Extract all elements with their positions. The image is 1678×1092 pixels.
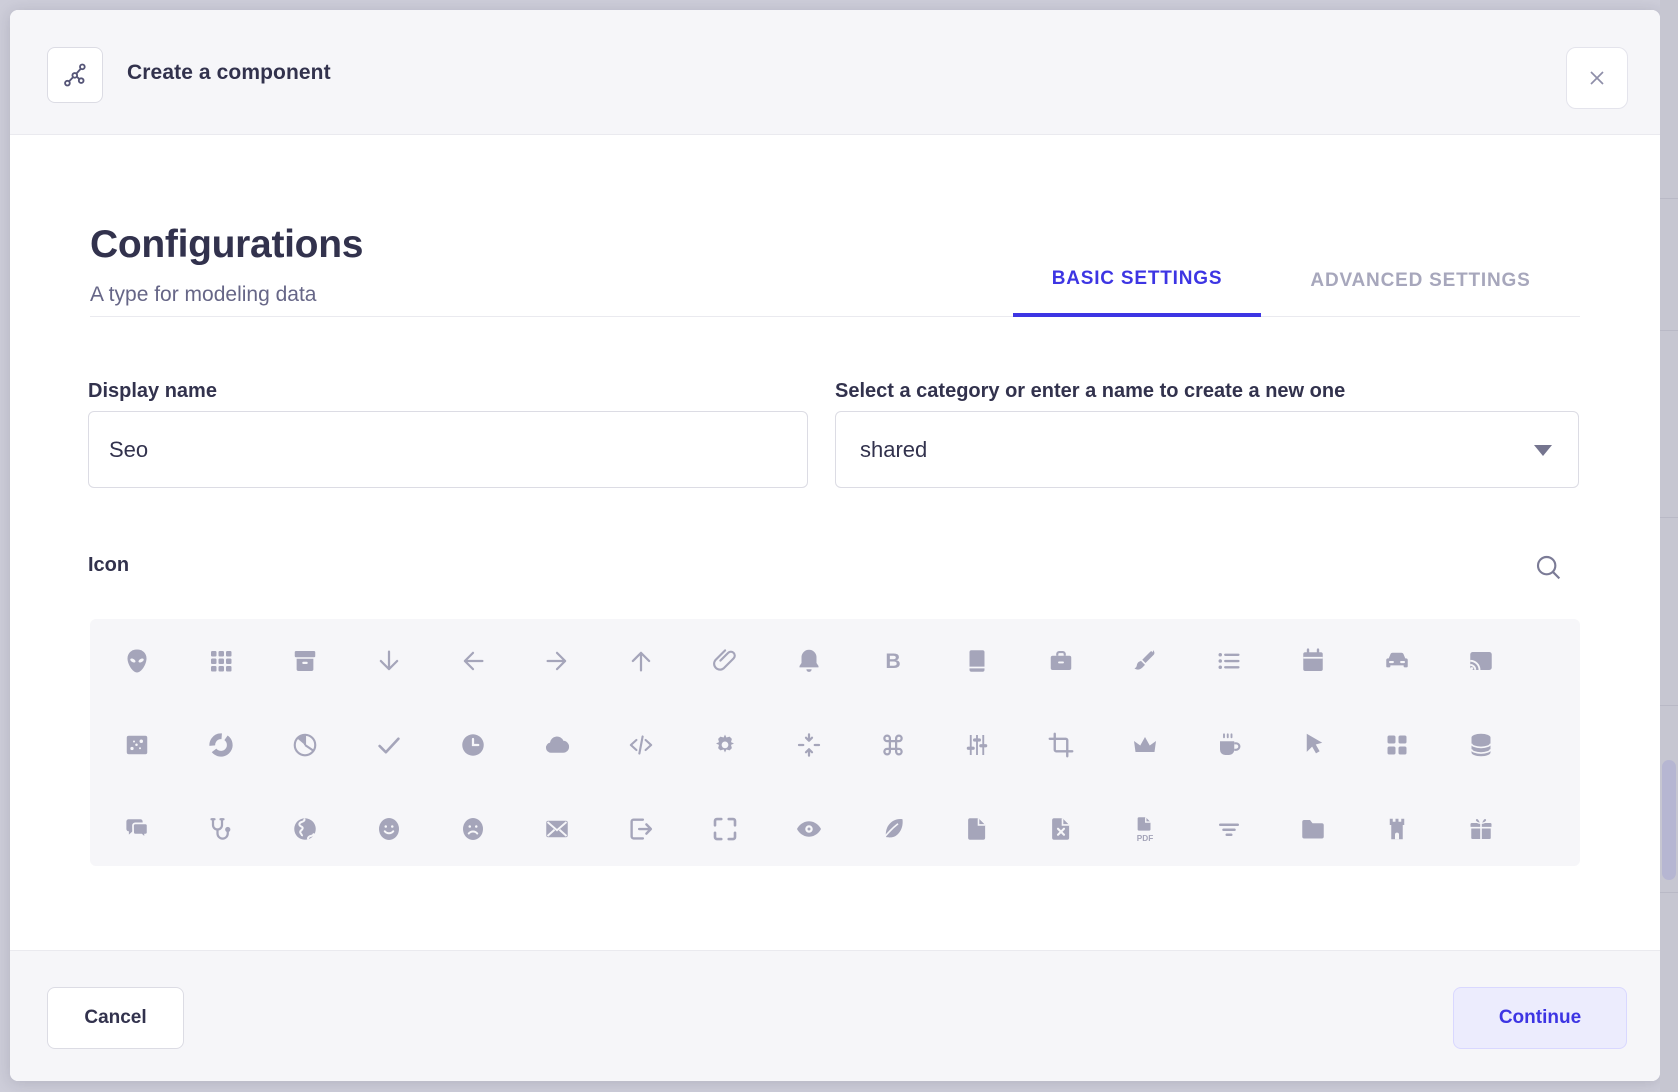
alien-icon[interactable] [107,631,167,691]
bell-icon[interactable] [779,631,839,691]
section-title: Configurations [90,223,363,267]
brush-icon[interactable] [1115,631,1175,691]
display-name-input[interactable] [88,411,808,488]
sliders-icon[interactable] [947,715,1007,775]
scrollbar-thumb[interactable] [1662,760,1676,880]
book-icon[interactable] [947,631,1007,691]
crop-icon[interactable] [1031,715,1091,775]
arrow-right-icon[interactable] [527,631,587,691]
feather-icon[interactable] [863,799,923,859]
car-icon[interactable] [1367,631,1427,691]
icon-field-label: Icon [88,554,129,577]
eye-icon[interactable] [779,799,839,859]
collapse-icon[interactable] [779,715,839,775]
chart-circle-icon[interactable] [191,715,251,775]
icon-search-button[interactable] [1529,548,1567,586]
discuss-icon[interactable] [107,799,167,859]
category-selected-value: shared [860,437,927,463]
archive-icon[interactable] [275,631,335,691]
gate-icon[interactable] [1367,799,1427,859]
component-icon [47,47,103,103]
check-icon[interactable] [359,715,419,775]
dashboard-icon[interactable] [1367,715,1427,775]
filter-icon[interactable] [1199,799,1259,859]
calendar-icon[interactable] [1283,631,1343,691]
chevron-down-icon [1534,445,1552,456]
file-error-icon[interactable] [1031,799,1091,859]
scrollbar-line [1660,517,1678,518]
bold-icon[interactable]: B [863,631,923,691]
scrollbar-line [1660,705,1678,706]
scrollbar-line [1660,892,1678,893]
section-subtitle: A type for modeling data [90,283,316,307]
emotion-unhappy-icon[interactable] [443,799,503,859]
expand-icon[interactable] [695,799,755,859]
tab-basic-settings[interactable]: BASIC SETTINGS [1013,245,1261,317]
grid-icon[interactable] [191,631,251,691]
chart-bubble-icon[interactable] [107,715,167,775]
scrollbar-line [1660,330,1678,331]
svg-text:B: B [885,649,900,673]
chart-pie-icon[interactable] [275,715,335,775]
attachment-icon[interactable] [695,631,755,691]
cloud-icon[interactable] [527,715,587,775]
crown-icon[interactable] [1115,715,1175,775]
envelope-icon[interactable] [527,799,587,859]
icon-picker-grid: B PDF [90,619,1580,866]
code-icon[interactable] [611,715,671,775]
clock-icon[interactable] [443,715,503,775]
display-name-label: Display name [88,380,217,403]
tab-advanced-settings[interactable]: ADVANCED SETTINGS [1296,245,1545,317]
search-icon [1532,551,1564,583]
arrow-down-icon[interactable] [359,631,419,691]
category-label: Select a category or enter a name to cre… [835,380,1345,403]
cancel-button[interactable]: Cancel [47,987,184,1049]
file-pdf-icon[interactable]: PDF [1115,799,1175,859]
scrollbar-line [1660,198,1678,199]
close-icon [1585,66,1609,90]
arrow-left-icon[interactable] [443,631,503,691]
create-component-dialog: Create a component Configurations A type… [10,10,1660,1081]
file-icon[interactable] [947,799,1007,859]
dialog-title: Create a component [127,10,331,135]
arrow-up-icon[interactable] [611,631,671,691]
dialog-footer: Cancel Continue [10,950,1660,1081]
category-select[interactable]: shared [835,411,1579,488]
folder-icon[interactable] [1283,799,1343,859]
exit-icon[interactable] [611,799,671,859]
gift-icon[interactable] [1451,799,1511,859]
continue-button[interactable]: Continue [1453,987,1627,1049]
dialog-header: Create a component [10,10,1660,135]
close-button[interactable] [1566,47,1628,109]
cursor-icon[interactable] [1283,715,1343,775]
cog-icon[interactable] [695,715,755,775]
briefcase-icon[interactable] [1031,631,1091,691]
cup-icon[interactable] [1199,715,1259,775]
earth-icon[interactable] [275,799,335,859]
bullet-list-icon[interactable] [1199,631,1259,691]
page-scrollbar[interactable] [1660,0,1678,1092]
emotion-happy-icon[interactable] [359,799,419,859]
doctor-icon[interactable] [191,799,251,859]
cast-icon[interactable] [1451,631,1511,691]
database-icon[interactable] [1451,715,1511,775]
svg-text:PDF: PDF [1137,834,1154,843]
command-icon[interactable] [863,715,923,775]
